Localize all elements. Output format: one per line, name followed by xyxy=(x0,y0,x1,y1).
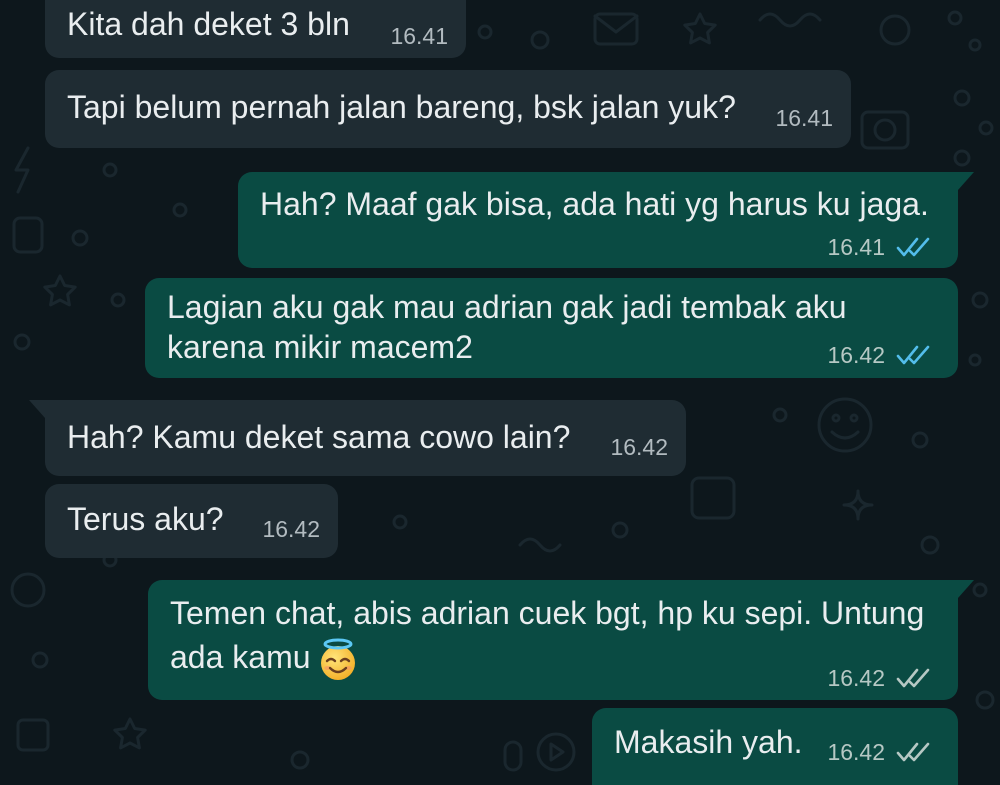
message-text: Kita dah deket 3 bln xyxy=(67,6,350,42)
message-meta: 16.42 xyxy=(827,665,935,691)
circle-doodle xyxy=(71,229,89,247)
circle-doodle xyxy=(971,291,989,309)
circle-doodle xyxy=(978,120,994,136)
incoming-message-bubble[interactable]: Tapi belum pernah jalan bareng, bsk jala… xyxy=(45,70,851,148)
message-text-line: Lagian aku gak mau adrian gak jadi temba… xyxy=(167,289,847,325)
circle-doodle xyxy=(392,514,408,530)
squiggle-doodle xyxy=(758,12,822,28)
microphone-doodle xyxy=(503,740,523,772)
square-doodle xyxy=(16,718,50,752)
circle-doodle xyxy=(947,10,963,26)
star-doodle xyxy=(683,12,717,45)
circle-doodle xyxy=(972,582,988,598)
play-triangle-doodle xyxy=(549,742,565,762)
message-text-line: ada kamu xyxy=(170,639,311,675)
smiley-eye-doodle xyxy=(849,413,859,423)
message-meta: 16.42 xyxy=(827,342,935,368)
message-time: 16.42 xyxy=(827,342,885,368)
camera-lens-doodle xyxy=(873,118,897,142)
sparkle-doodle xyxy=(842,489,874,521)
message-time: 16.41 xyxy=(390,23,448,49)
message-meta: 16.41 xyxy=(390,23,448,49)
message-text: Hah? Kamu deket sama cowo lain? xyxy=(67,419,571,455)
phone-doodle xyxy=(12,216,44,254)
circle-doodle xyxy=(102,162,118,178)
circle-doodle xyxy=(477,24,493,40)
double-check-icon xyxy=(896,345,930,365)
smiley-eye-doodle xyxy=(831,413,841,423)
play-button-doodle xyxy=(536,732,576,772)
circle-doodle xyxy=(13,333,31,351)
message-meta: 16.42 xyxy=(262,516,320,542)
circle-doodle xyxy=(530,30,550,50)
circle-doodle xyxy=(953,89,971,107)
message-time: 16.42 xyxy=(262,516,320,542)
message-meta: 16.41 xyxy=(827,234,935,260)
chat-bubble-doodle xyxy=(690,476,736,520)
smiley-mouth-doodle xyxy=(830,430,860,440)
double-check-icon xyxy=(896,668,930,688)
lightning-doodle xyxy=(14,146,30,194)
message-time: 16.42 xyxy=(610,434,668,460)
smiley-face-doodle xyxy=(817,397,873,453)
chat-screen[interactable]: Kita dah deket 3 bln 16.41 Tapi belum pe… xyxy=(0,0,1000,785)
circle-doodle xyxy=(772,407,788,423)
camera-doodle xyxy=(860,110,910,150)
incoming-message-bubble[interactable]: Hah? Kamu deket sama cowo lain? 16.42 xyxy=(29,400,686,476)
message-text-line: Temen chat, abis adrian cuek bgt, hp ku … xyxy=(170,595,925,631)
message-meta: 16.42 xyxy=(827,739,935,765)
outgoing-message-bubble[interactable]: Temen chat, abis adrian cuek bgt, hp ku … xyxy=(148,580,974,700)
circle-doodle xyxy=(172,202,188,218)
circle-doodle xyxy=(911,431,929,449)
message-text: Terus aku? xyxy=(67,501,224,537)
phone-call-doodle xyxy=(10,572,46,608)
circle-doodle xyxy=(975,690,995,710)
circle-doodle xyxy=(968,353,982,367)
outgoing-message-bubble[interactable]: Makasih yah. 16.42 xyxy=(592,708,958,785)
message-text: Hah? Maaf gak bisa, ada hati yg harus ku… xyxy=(260,186,929,222)
circle-doodle xyxy=(611,521,629,539)
message-time: 16.41 xyxy=(827,234,885,260)
message-meta: 16.42 xyxy=(610,434,668,460)
circle-doodle xyxy=(953,149,971,167)
squiggle-doodle xyxy=(518,537,562,553)
circle-doodle xyxy=(920,535,940,555)
circle-doodle xyxy=(290,750,310,770)
message-time: 16.41 xyxy=(775,105,833,131)
message-time: 16.42 xyxy=(827,739,885,765)
circle-doodle xyxy=(110,292,126,308)
message-text-line: karena mikir macem2 xyxy=(167,329,473,365)
incoming-message-bubble[interactable]: Terus aku? 16.42 xyxy=(45,484,338,558)
message-text: Makasih yah. xyxy=(614,724,803,760)
outgoing-message-bubble[interactable]: Lagian aku gak mau adrian gak jadi temba… xyxy=(145,278,958,378)
double-check-icon xyxy=(896,742,930,762)
star-doodle xyxy=(43,274,77,307)
circle-doodle xyxy=(968,38,982,52)
message-text: Tapi belum pernah jalan bareng, bsk jala… xyxy=(67,89,736,125)
flower-doodle xyxy=(879,14,911,46)
double-check-icon xyxy=(896,237,930,257)
envelope-flap-doodle xyxy=(593,14,639,34)
incoming-message-bubble[interactable]: Kita dah deket 3 bln 16.41 xyxy=(45,0,466,58)
outgoing-message-bubble[interactable]: Hah? Maaf gak bisa, ada hati yg harus ku… xyxy=(238,172,974,268)
smiling-face-with-halo-icon xyxy=(321,638,355,680)
message-meta: 16.41 xyxy=(775,105,833,131)
message-time: 16.42 xyxy=(827,665,885,691)
envelope-doodle xyxy=(593,12,639,46)
circle-doodle xyxy=(31,651,49,669)
star-doodle xyxy=(113,717,147,750)
